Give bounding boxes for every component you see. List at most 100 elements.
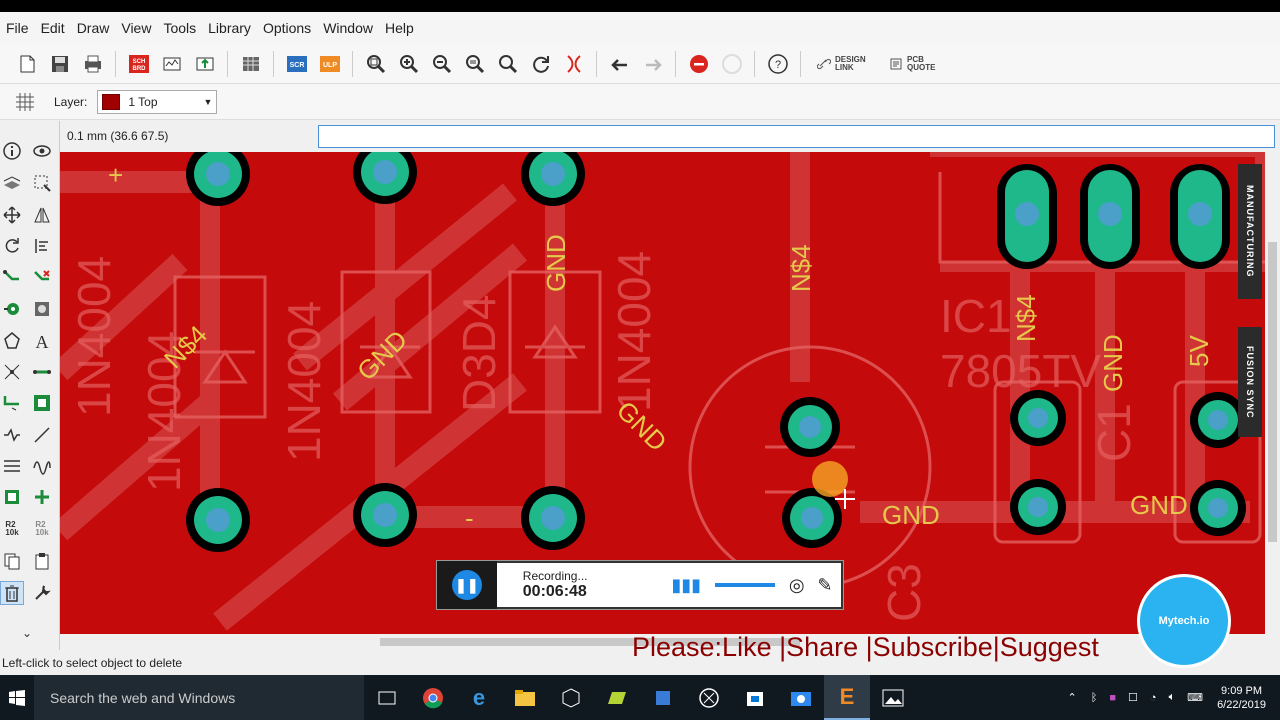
delete-tool[interactable]	[0, 581, 24, 605]
photos-icon[interactable]	[870, 675, 916, 720]
manufacturing-tab[interactable]: MANUFACTURING	[1238, 164, 1262, 299]
taskbar-search[interactable]: Search the web and Windows	[34, 675, 364, 720]
export-button[interactable]	[190, 49, 220, 79]
keyboard-icon[interactable]: ⌨︎	[1187, 691, 1203, 704]
menu-options[interactable]: Options	[257, 20, 317, 36]
copy-tool[interactable]	[0, 549, 24, 573]
move-tool[interactable]	[0, 203, 24, 227]
volume-slider[interactable]	[715, 583, 775, 587]
group-tool[interactable]	[0, 485, 24, 509]
redo-button[interactable]	[638, 49, 668, 79]
zoom-options-button[interactable]	[493, 49, 523, 79]
wave-tool[interactable]	[30, 454, 54, 478]
go-button[interactable]	[717, 49, 747, 79]
menu-window[interactable]: Window	[317, 20, 379, 36]
autorouter-tool[interactable]	[0, 391, 24, 415]
pcb-quote-button[interactable]: PCB QUOTE	[889, 54, 941, 72]
wire-tool[interactable]	[30, 360, 54, 384]
properties-tool[interactable]	[30, 581, 54, 605]
name-tool[interactable]: R2 10k	[30, 517, 54, 541]
chrome-icon[interactable]	[410, 675, 456, 720]
vertical-scrollbar[interactable]	[1265, 152, 1280, 634]
undo-button[interactable]	[605, 49, 635, 79]
help-button[interactable]: ?	[763, 49, 793, 79]
file-explorer-icon[interactable]	[502, 675, 548, 720]
pcb-quote-label: PCB QUOTE	[907, 54, 936, 72]
drc-tool[interactable]	[30, 391, 54, 415]
sch-brd-switch-button[interactable]: SCH BRD	[124, 49, 154, 79]
line-tool[interactable]	[30, 423, 54, 447]
vertical-scroll-thumb[interactable]	[1268, 242, 1277, 542]
menu-help[interactable]: Help	[379, 20, 420, 36]
show-tool[interactable]	[30, 139, 54, 163]
taskbar-clock[interactable]: 9:09 PM 6/22/2019	[1217, 684, 1266, 712]
bluetooth-icon[interactable]: ᛒ	[1091, 692, 1098, 704]
task-view-icon[interactable]	[364, 675, 410, 720]
save-button[interactable]	[45, 49, 75, 79]
menu-tools[interactable]: Tools	[157, 20, 202, 36]
ratsnest-button[interactable]	[559, 49, 589, 79]
rotate-tool[interactable]	[0, 234, 24, 258]
board-view-button[interactable]	[157, 49, 187, 79]
store-icon[interactable]	[732, 675, 778, 720]
zoom-select-button[interactable]	[460, 49, 490, 79]
ime-icon[interactable]: ☐	[1128, 691, 1138, 704]
grid-icon[interactable]	[14, 91, 36, 113]
stop-button[interactable]	[684, 49, 714, 79]
camera-app-icon[interactable]	[778, 675, 824, 720]
more-tools-button[interactable]: ⌄	[15, 621, 39, 645]
zoom-fit-button[interactable]	[361, 49, 391, 79]
layer-select[interactable]: 1 Top ▼	[97, 89, 218, 114]
ripup-tool[interactable]	[30, 266, 54, 290]
eagle-app-icon[interactable]: E	[824, 675, 870, 720]
route-tool[interactable]	[0, 266, 24, 290]
redraw-button[interactable]	[526, 49, 556, 79]
audio-levels-icon[interactable]: ▮▮▮	[671, 575, 701, 596]
3d-builder-icon[interactable]	[548, 675, 594, 720]
menu-library[interactable]: Library	[202, 20, 257, 36]
menu-view[interactable]: View	[115, 20, 157, 36]
fusion-sync-tab[interactable]: FUSION SYNC	[1238, 327, 1262, 437]
pad-tool[interactable]	[30, 297, 54, 321]
zoom-in-button[interactable]	[394, 49, 424, 79]
webcam-icon[interactable]: ◎	[789, 575, 810, 596]
ulp-button[interactable]: ULP	[315, 49, 345, 79]
edge-icon[interactable]: e	[456, 675, 502, 720]
print-button[interactable]	[78, 49, 108, 79]
wifi-icon[interactable]: ◔	[1150, 692, 1157, 704]
pencil-icon[interactable]: ✎	[817, 575, 843, 596]
menu-file[interactable]: File	[0, 20, 35, 36]
eye-icon	[33, 145, 51, 157]
cam-button[interactable]	[236, 49, 266, 79]
show-hidden-icons-icon[interactable]: ⌃	[1068, 691, 1077, 704]
align-traces-tool[interactable]	[0, 454, 24, 478]
align-tool[interactable]	[30, 234, 54, 258]
select-tool[interactable]	[30, 171, 54, 195]
zoom-out-button[interactable]	[427, 49, 457, 79]
polygon-tool[interactable]	[0, 329, 24, 353]
menu-edit[interactable]: Edit	[35, 20, 71, 36]
design-link-button[interactable]: DESIGN LINK	[817, 55, 869, 72]
paste-tool[interactable]	[30, 549, 54, 573]
app-tray-icon[interactable]: ■	[1109, 692, 1116, 704]
start-button[interactable]	[0, 675, 34, 720]
via-tool[interactable]	[0, 297, 24, 321]
network-app-icon[interactable]	[640, 675, 686, 720]
mirror-tool[interactable]	[30, 203, 54, 227]
script-button[interactable]: SCR	[282, 49, 312, 79]
split-tool[interactable]	[0, 360, 24, 384]
layers-tool[interactable]	[0, 171, 24, 195]
new-file-button[interactable]	[12, 49, 42, 79]
pause-button[interactable]: ❚❚	[437, 561, 497, 609]
add-tool[interactable]	[30, 485, 54, 509]
meander-tool[interactable]	[0, 423, 24, 447]
xbox-icon[interactable]	[686, 675, 732, 720]
svg-text:?: ?	[774, 59, 780, 71]
command-input[interactable]	[318, 124, 1275, 148]
notes-icon[interactable]	[594, 675, 640, 720]
value-tool[interactable]: R2 10k	[0, 517, 24, 541]
text-tool[interactable]: A	[30, 329, 54, 353]
volume-icon[interactable]: 🔈︎	[1169, 691, 1176, 704]
menu-draw[interactable]: Draw	[71, 20, 116, 36]
info-tool[interactable]	[0, 139, 24, 163]
